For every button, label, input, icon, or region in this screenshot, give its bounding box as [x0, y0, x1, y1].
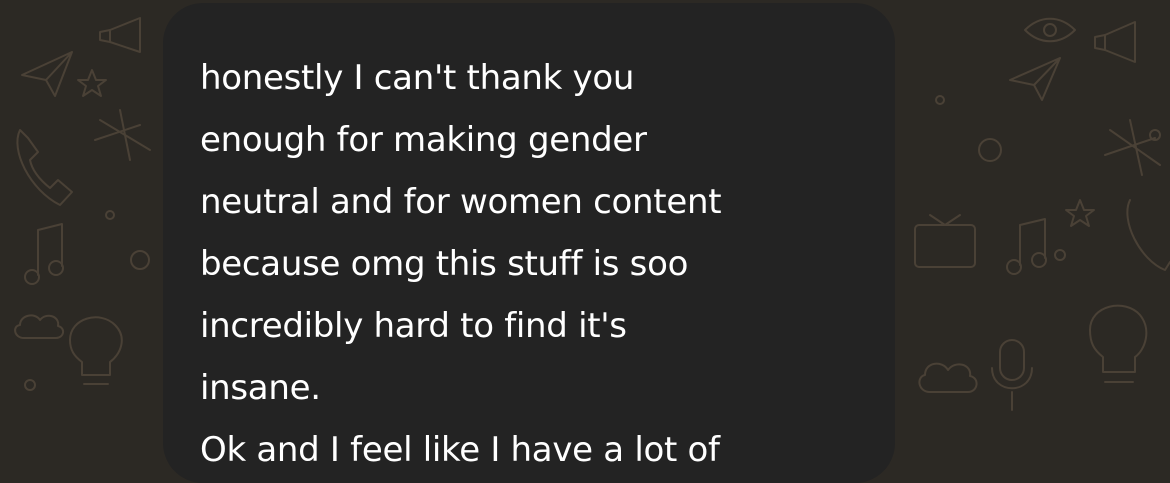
music-note-icon [1006, 218, 1047, 275]
music-note-icon [24, 223, 64, 285]
airplane-icon [94, 109, 151, 161]
circle-icon [935, 95, 1161, 261]
message-line: honestly I can't thank you [200, 58, 635, 98]
lightbulb-icon [69, 316, 123, 385]
paper-plane-icon [1009, 57, 1061, 101]
megaphone-icon [99, 17, 141, 53]
cloud-icon [14, 314, 64, 339]
circle-icon [24, 210, 150, 391]
airplane-icon [1104, 119, 1161, 176]
phone-icon [16, 129, 73, 206]
message-line: Ok and I feel like I have a lot of [200, 430, 720, 470]
message-text: honestly I can't thank you enough for ma… [200, 47, 875, 481]
lightbulb-icon [1089, 304, 1148, 383]
cloud-icon [918, 362, 978, 393]
message-bubble[interactable]: honestly I can't thank you enough for ma… [163, 3, 895, 483]
megaphone-icon [1094, 21, 1136, 63]
paper-plane-icon [21, 51, 73, 97]
message-line: because omg this stuff is soo [200, 244, 689, 284]
message-line: incredibly hard to find it's [200, 306, 627, 346]
message-line: insane. [200, 368, 321, 408]
star-icon [77, 69, 107, 97]
tv-icon [914, 214, 976, 268]
star-icon [1065, 199, 1095, 227]
message-line: enough for making gender [200, 120, 647, 160]
eye-icon [1024, 17, 1076, 43]
phone-icon [1126, 199, 1170, 271]
message-line: neutral and for women content [200, 182, 722, 222]
microphone-icon [991, 339, 1033, 411]
